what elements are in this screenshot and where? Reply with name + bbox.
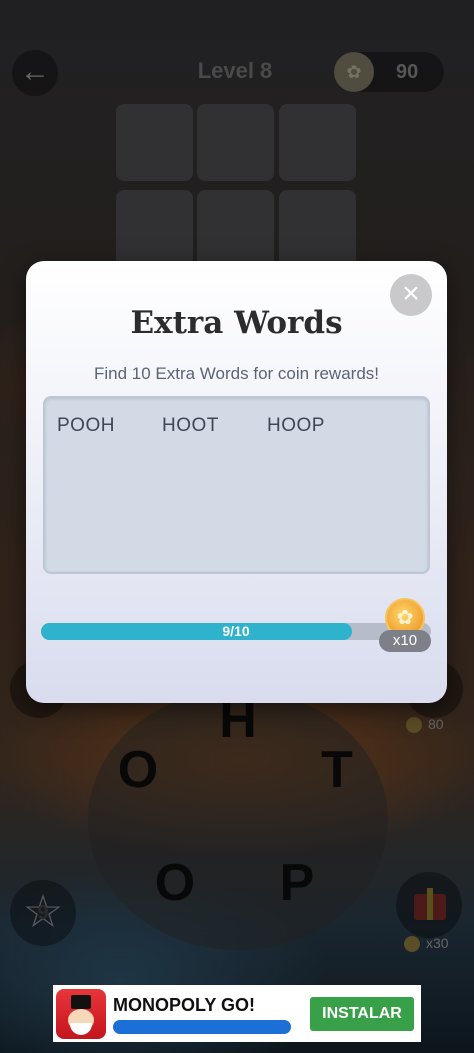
- dialog-title: Extra Words: [130, 305, 343, 341]
- reward-multiplier: x10: [379, 630, 431, 652]
- app-icon: [56, 989, 106, 1039]
- extra-words-dialog: × Extra Words Find 10 Extra Words for co…: [26, 261, 447, 703]
- progress-label: 9/10: [222, 623, 250, 639]
- found-word: HOOT: [162, 415, 219, 436]
- ad-progress-bar: [113, 1020, 291, 1034]
- ad-title: MONOPOLY GO!: [113, 995, 256, 1015]
- found-words-box: POOH HOOT HOOP: [43, 396, 430, 574]
- progress-bar: 9/10: [41, 623, 431, 640]
- found-word: HOOP: [267, 415, 325, 436]
- install-button[interactable]: INSTALAR: [310, 997, 414, 1031]
- dialog-subtitle: Find 10 Extra Words for coin rewards!: [93, 364, 379, 383]
- found-word: POOH: [57, 415, 115, 436]
- ad-banner[interactable]: MONOPOLY GO! INSTALAR: [53, 985, 421, 1042]
